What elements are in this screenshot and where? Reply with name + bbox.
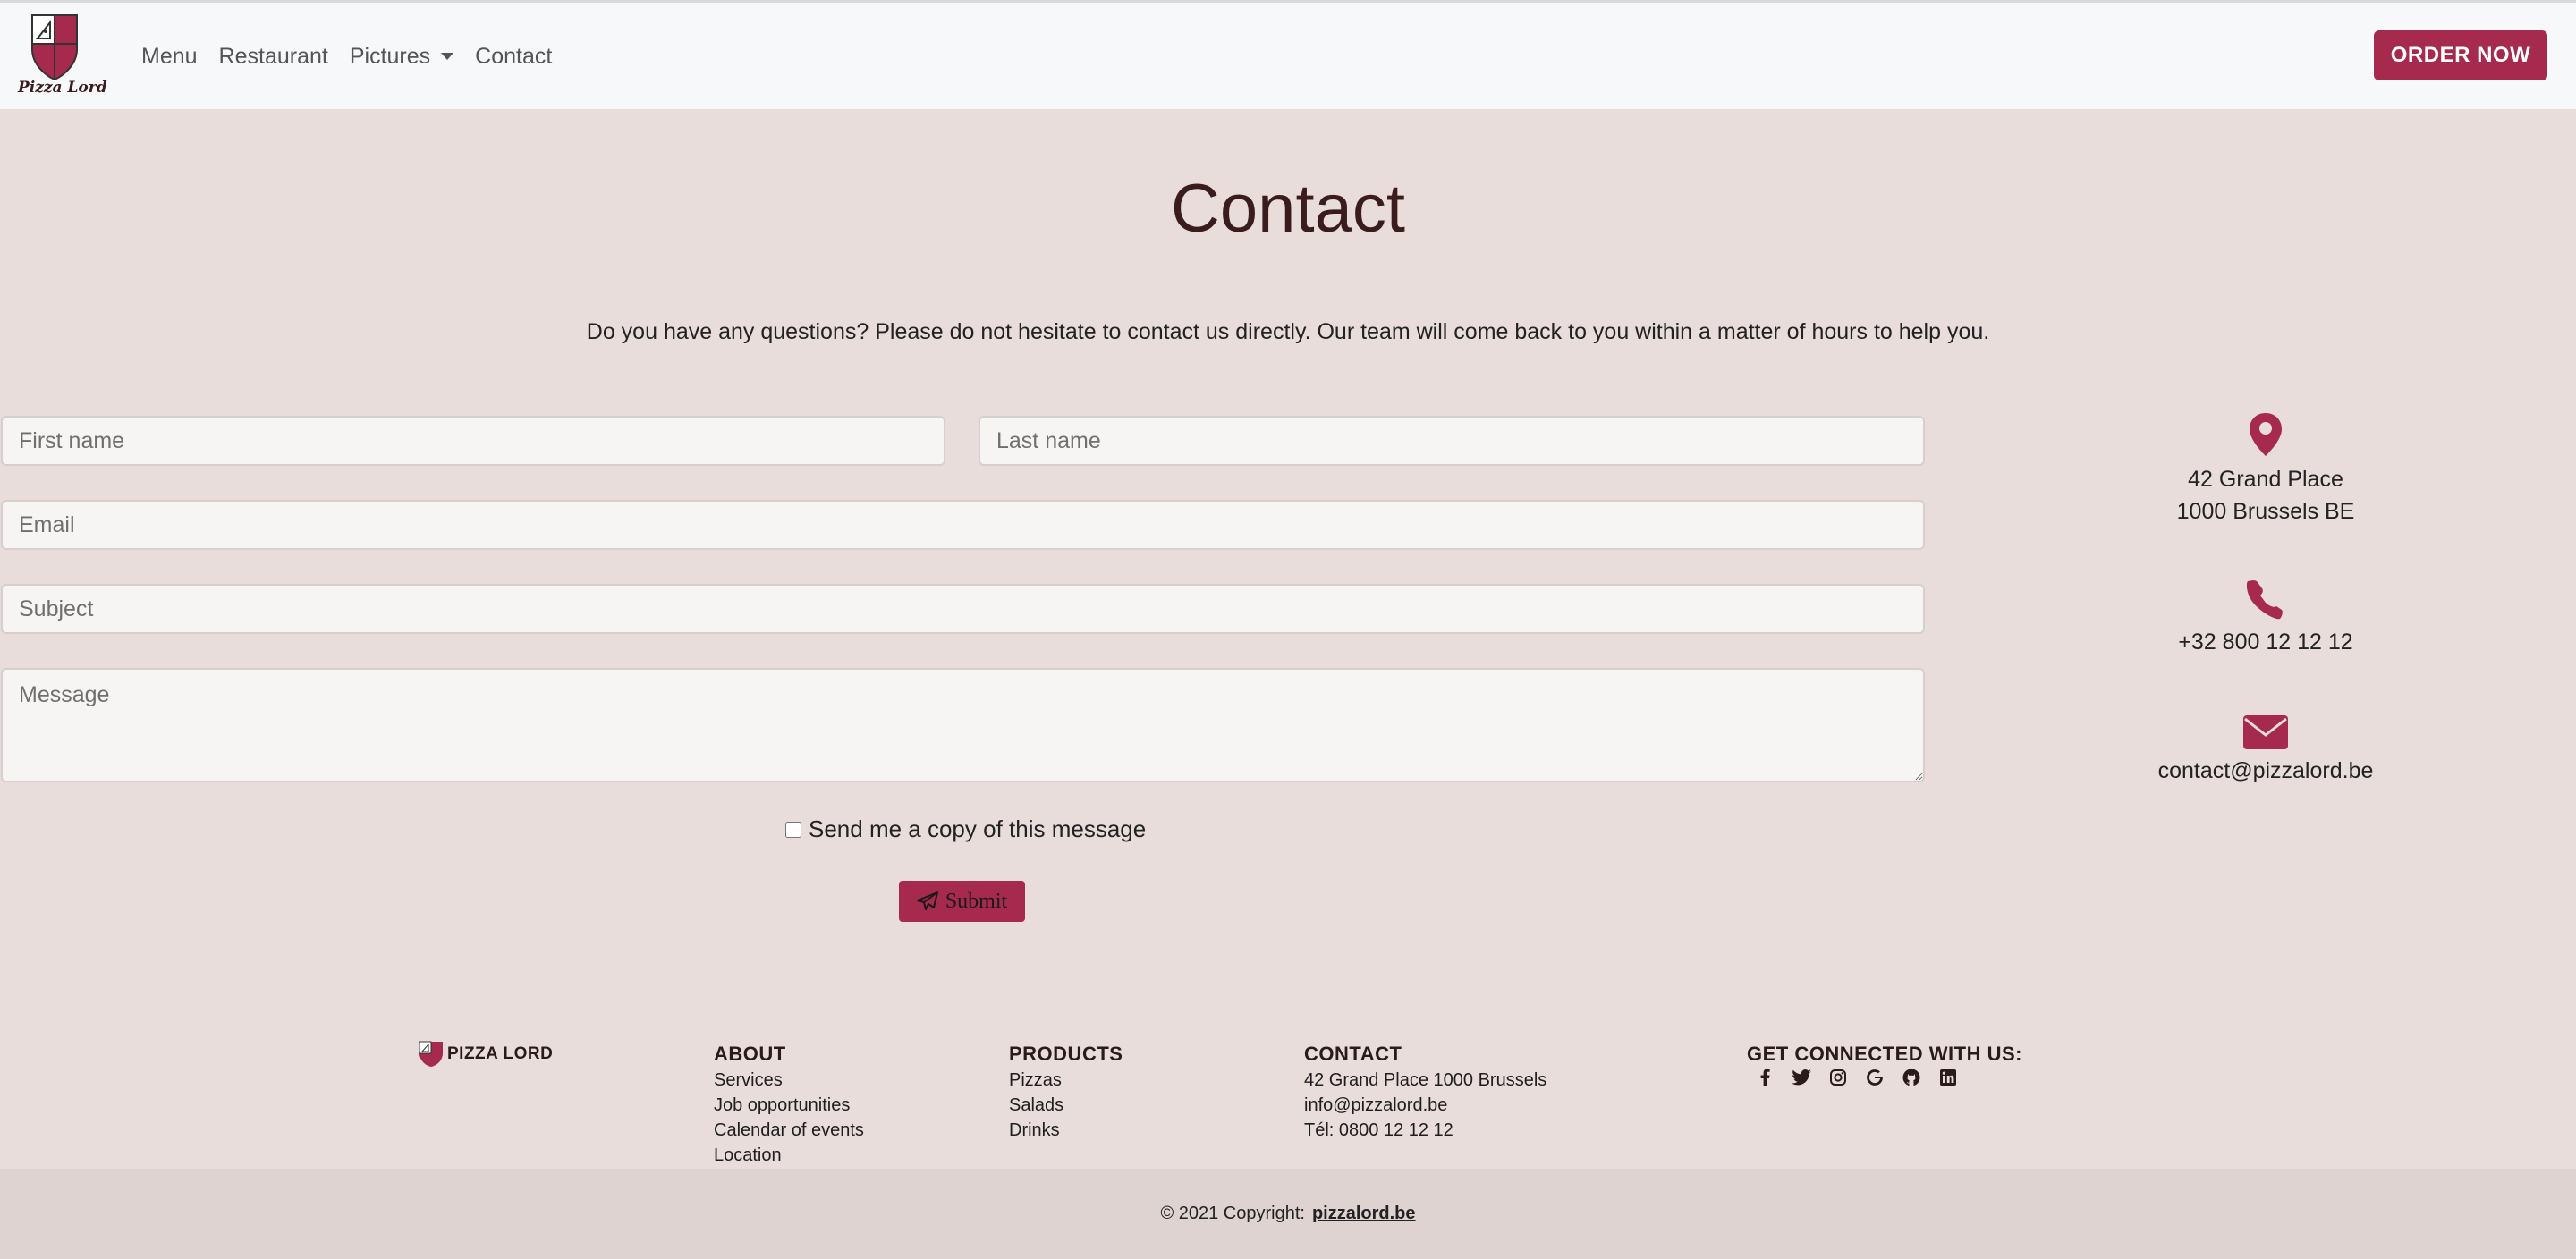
google-icon[interactable] xyxy=(1865,1068,1885,1087)
address-line-2: 1000 Brussels BE xyxy=(2176,499,2355,524)
facebook-icon[interactable] xyxy=(1755,1068,1775,1087)
nav-link-label: Menu xyxy=(141,44,198,69)
subject-input[interactable] xyxy=(1,584,1925,634)
phone-icon xyxy=(2246,580,2283,620)
footer-contact: CONTACT 42 Grand Place 1000 Brussels inf… xyxy=(1304,1041,1546,1143)
send-copy-label: Send me a copy of this message xyxy=(809,815,1147,842)
email-block: contact@pizzalord.be xyxy=(2147,715,2385,787)
nav-link-label: Contact xyxy=(475,44,553,69)
address-block: 42 Grand Place 1000 Brussels BE xyxy=(2147,411,2385,528)
footer-about: ABOUT Services Job opportunities Calenda… xyxy=(714,1041,864,1168)
nav-links: Menu Restaurant Pictures Contact xyxy=(141,38,573,74)
page-title: Contact xyxy=(1171,171,1405,247)
footer-link-drinks[interactable]: Drinks xyxy=(1009,1118,1123,1143)
send-copy-checkbox[interactable] xyxy=(785,821,801,838)
footer-products: PRODUCTS Pizzas Salads Drinks xyxy=(1009,1041,1123,1143)
intro-text: Do you have any questions? Please do not… xyxy=(586,319,1990,344)
github-icon[interactable] xyxy=(1902,1068,1921,1087)
brand-logo[interactable]: Pizza Lord xyxy=(16,13,109,97)
caret-down-icon xyxy=(441,53,454,60)
nav-link-menu[interactable]: Menu xyxy=(141,38,198,74)
phone-block: +32 800 12 12 12 xyxy=(2147,578,2385,658)
nav-link-pictures-dropdown[interactable]: Pictures xyxy=(349,38,454,74)
nav-link-contact[interactable]: Contact xyxy=(475,38,552,74)
footer-social: GET CONNECTED WITH US: xyxy=(1747,1041,2022,1068)
phone-number: +32 800 12 12 12 xyxy=(2178,630,2353,655)
footer-products-heading: PRODUCTS xyxy=(1009,1043,1123,1065)
footer-brand[interactable]: PIZZA LORD xyxy=(419,1041,553,1068)
submit-button[interactable]: Submit xyxy=(899,881,1025,922)
contact-email[interactable]: contact@pizzalord.be xyxy=(2147,755,2385,787)
footer-phone: Tél: 0800 12 12 12 xyxy=(1304,1120,1453,1140)
footer-social-heading: GET CONNECTED WITH US: xyxy=(1747,1043,2022,1065)
twitter-icon[interactable] xyxy=(1792,1068,1811,1087)
send-copy-checkbox-row[interactable]: Send me a copy of this message xyxy=(785,815,1146,843)
address-line-1: 42 Grand Place xyxy=(2188,467,2343,492)
footer-logo-icon xyxy=(419,1041,443,1067)
last-name-input[interactable] xyxy=(979,416,1925,466)
nav-link-label: Restaurant xyxy=(218,44,328,69)
footer-brand-name: PIZZA LORD xyxy=(447,1044,554,1063)
copyright-text: © 2021 Copyright: xyxy=(1160,1204,1305,1223)
order-now-button[interactable]: ORDER NOW xyxy=(2374,30,2547,80)
linkedin-icon[interactable] xyxy=(1938,1068,1958,1087)
nav-link-restaurant[interactable]: Restaurant xyxy=(219,38,328,74)
footer-email[interactable]: info@pizzalord.be xyxy=(1304,1093,1546,1118)
instagram-icon[interactable] xyxy=(1828,1068,1848,1087)
nav-link-label: Pictures xyxy=(349,44,431,69)
navbar: Pizza Lord Menu Restaurant Pictures Cont… xyxy=(0,0,2576,109)
svg-text:Pizza Lord: Pizza Lord xyxy=(17,79,107,96)
paper-plane-icon xyxy=(916,891,938,910)
map-marker-icon xyxy=(2250,413,2282,456)
footer-contact-heading: CONTACT xyxy=(1304,1043,1402,1065)
envelope-icon xyxy=(2243,715,2288,749)
first-name-input[interactable] xyxy=(1,416,945,466)
footer-address: 42 Grand Place 1000 Brussels xyxy=(1304,1070,1547,1090)
email-input[interactable] xyxy=(1,500,1925,550)
message-textarea[interactable] xyxy=(1,668,1925,782)
footer-link-salads[interactable]: Salads xyxy=(1009,1093,1123,1118)
submit-label: Submit xyxy=(945,889,1008,913)
footer-link-jobs[interactable]: Job opportunities xyxy=(714,1093,864,1118)
footer-link-services[interactable]: Services xyxy=(714,1068,864,1093)
copyright-link[interactable]: pizzalord.be xyxy=(1312,1204,1416,1224)
footer-link-calendar[interactable]: Calendar of events xyxy=(714,1118,864,1143)
copyright-bar: © 2021 Copyright: pizzalord.be xyxy=(0,1169,2576,1259)
social-icons xyxy=(1755,1068,1958,1087)
footer-link-pizzas[interactable]: Pizzas xyxy=(1009,1068,1123,1093)
footer-link-location[interactable]: Location xyxy=(714,1143,864,1168)
footer-about-heading: ABOUT xyxy=(714,1043,786,1065)
